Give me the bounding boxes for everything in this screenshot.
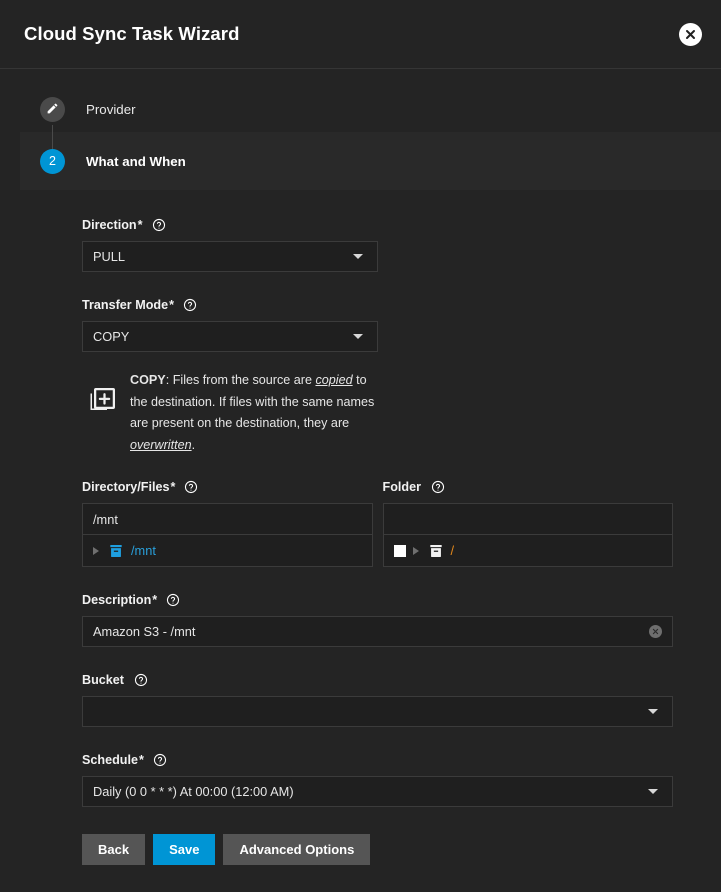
description-value: Amazon S3 - /mnt <box>93 624 649 639</box>
description-label: Description <box>82 593 151 607</box>
direction-select[interactable]: PULL <box>82 241 378 272</box>
library-add-icon <box>87 386 117 416</box>
directory-files-input[interactable]: /mnt <box>82 503 373 534</box>
help-circle-icon[interactable] <box>166 593 180 607</box>
bucket-label-row: Bucket <box>82 671 673 688</box>
cloud-sync-task-wizard-dialog: Cloud Sync Task Wizard Provider 2 <box>0 0 721 892</box>
help-circle-icon[interactable] <box>134 673 148 687</box>
chevron-down-icon <box>353 334 363 339</box>
help-circle-icon[interactable] <box>431 480 445 494</box>
help-circle-icon[interactable] <box>183 298 197 312</box>
archive-icon <box>108 543 124 559</box>
chevron-down-icon <box>353 254 363 259</box>
field-direction: Direction* PULL <box>82 216 673 272</box>
field-folder: Folder <box>383 478 674 567</box>
directory-files-label: Directory/Files <box>82 480 170 494</box>
transfer-mode-required-marker: * <box>169 298 174 312</box>
transfer-mode-info: COPY: Files from the source are copied t… <box>82 370 673 456</box>
stepper-step-provider[interactable]: Provider <box>0 87 721 132</box>
schedule-label: Schedule <box>82 753 138 767</box>
pencil-icon <box>46 102 59 118</box>
description-label-row: Description* <box>82 591 673 608</box>
direction-selected-value: PULL <box>93 249 353 264</box>
schedule-required-marker: * <box>139 753 144 767</box>
schedule-selected-value: Daily (0 0 * * *) At 00:00 (12:00 AM) <box>93 784 648 799</box>
description-input[interactable]: Amazon S3 - /mnt <box>82 616 673 647</box>
directory-files-required-marker: * <box>171 480 176 494</box>
folder-label: Folder <box>383 480 421 494</box>
transfer-mode-selected-value: COPY <box>93 329 353 344</box>
folder-tree-node-label[interactable]: / <box>451 543 455 558</box>
bucket-label: Bucket <box>82 673 124 687</box>
field-schedule: Schedule* Daily (0 0 * * *) At 00:00 (12… <box>82 751 673 807</box>
folder-input[interactable] <box>383 503 674 534</box>
folder-label-row: Folder <box>383 478 674 495</box>
wizard-stepper: Provider 2 What and When <box>0 69 721 190</box>
advanced-options-button[interactable]: Advanced Options <box>223 834 370 865</box>
folder-tree: / <box>383 534 674 567</box>
wizard-form-body: Direction* PULL Transfer Mode* <box>0 190 721 892</box>
field-transfer-mode: Transfer Mode* COPY <box>82 296 673 352</box>
back-button[interactable]: Back <box>82 834 145 865</box>
stepper-step-provider-marker <box>40 97 65 122</box>
chevron-right-icon[interactable] <box>93 547 99 555</box>
archive-icon <box>428 543 444 559</box>
directory-files-tree-node-label[interactable]: /mnt <box>131 543 156 558</box>
close-button[interactable] <box>679 23 702 46</box>
transfer-mode-select[interactable]: COPY <box>82 321 378 352</box>
save-button[interactable]: Save <box>153 834 215 865</box>
help-circle-icon[interactable] <box>152 218 166 232</box>
direction-required-marker: * <box>138 218 143 232</box>
bucket-select[interactable] <box>82 696 673 727</box>
checkbox-unchecked-icon[interactable] <box>394 545 406 557</box>
directory-files-tree: /mnt <box>82 534 373 567</box>
direction-label: Direction <box>82 218 137 232</box>
directory-files-value: /mnt <box>93 512 118 527</box>
schedule-select[interactable]: Daily (0 0 * * *) At 00:00 (12:00 AM) <box>82 776 673 807</box>
transfer-mode-label: Transfer Mode <box>82 298 168 312</box>
transfer-mode-info-part3: . <box>192 438 196 452</box>
chevron-down-icon <box>648 789 658 794</box>
dialog-header: Cloud Sync Task Wizard <box>0 0 721 69</box>
close-icon <box>684 28 697 41</box>
path-pickers-row: Directory/Files* /mnt <box>82 478 673 567</box>
transfer-mode-info-part1: : Files from the source are <box>166 373 316 387</box>
directory-files-label-row: Directory/Files* <box>82 478 373 495</box>
field-description: Description* Amazon S3 - /mnt <box>82 591 673 647</box>
help-circle-icon[interactable] <box>153 753 167 767</box>
transfer-mode-info-em1: copied <box>315 373 352 387</box>
stepper-step-what-and-when-label: What and When <box>86 154 186 169</box>
direction-label-row: Direction* <box>82 216 673 233</box>
transfer-mode-info-em2: overwritten <box>130 438 192 452</box>
transfer-mode-info-text: COPY: Files from the source are copied t… <box>130 370 382 456</box>
chevron-right-icon[interactable] <box>413 547 419 555</box>
field-directory-files: Directory/Files* /mnt <box>82 478 373 567</box>
help-circle-icon[interactable] <box>184 480 198 494</box>
stepper-step-what-and-when[interactable]: 2 What and When <box>20 132 721 190</box>
transfer-mode-info-strong: COPY <box>130 373 166 387</box>
field-bucket: Bucket <box>82 671 673 727</box>
clear-circle-icon[interactable] <box>649 625 662 638</box>
description-required-marker: * <box>152 593 157 607</box>
page-title: Cloud Sync Task Wizard <box>24 23 240 45</box>
stepper-step-what-and-when-marker: 2 <box>40 149 65 174</box>
schedule-label-row: Schedule* <box>82 751 673 768</box>
stepper-step-provider-label: Provider <box>86 102 136 117</box>
wizard-action-buttons: Back Save Advanced Options <box>82 834 673 865</box>
transfer-mode-label-row: Transfer Mode* <box>82 296 673 313</box>
chevron-down-icon <box>648 709 658 714</box>
